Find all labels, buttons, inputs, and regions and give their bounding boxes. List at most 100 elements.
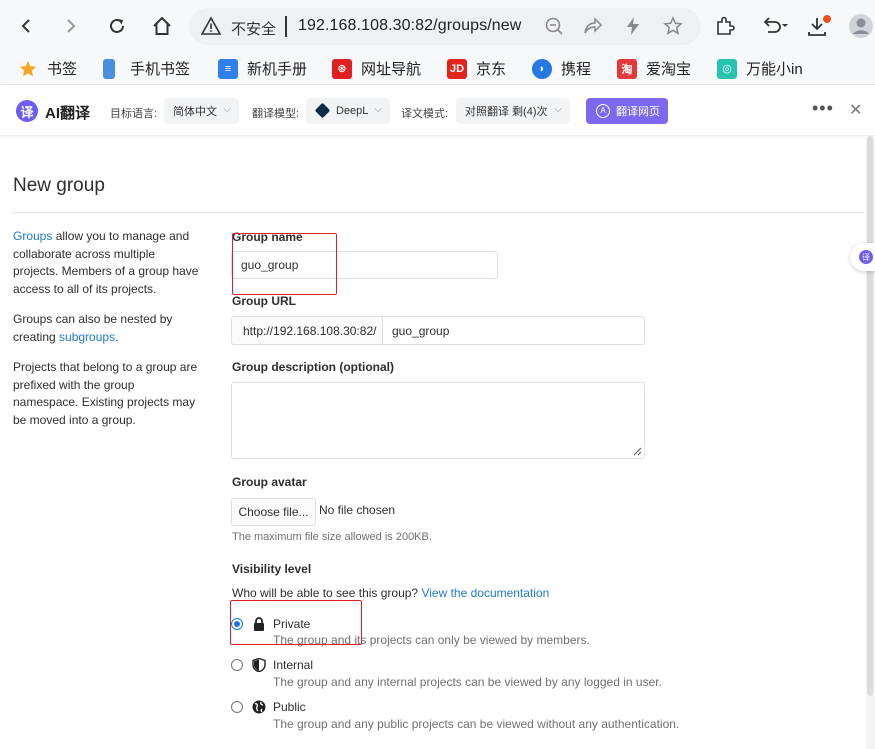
close-icon[interactable]: ✕ xyxy=(849,100,862,120)
mode-select[interactable]: 对照翻译 剩(4)次 ⌵ xyxy=(456,98,570,124)
lightning-icon[interactable] xyxy=(623,16,643,41)
shield-icon xyxy=(252,658,266,672)
groups-info-text: Groups allow you to manage and collabora… xyxy=(13,228,203,298)
model-select[interactable]: DeepL ⌵ xyxy=(306,98,390,124)
group-description-textarea[interactable] xyxy=(231,382,645,459)
back-icon[interactable] xyxy=(10,10,42,42)
resize-grip-icon[interactable] xyxy=(633,447,642,456)
subgroups-info-end: . xyxy=(115,329,119,344)
visibility-internal-radio[interactable] xyxy=(231,659,243,671)
mode-label: 译文模式: xyxy=(401,108,449,120)
jd-icon: JD xyxy=(447,58,467,79)
visibility-public-radio[interactable] xyxy=(231,701,243,713)
bookmark-item[interactable]: ≡ 新机手册 xyxy=(218,58,307,79)
translate-fab-icon: 译 xyxy=(859,250,873,264)
highlight-box-private xyxy=(230,600,362,645)
model-label: 翻译模型: xyxy=(252,108,300,120)
bookmarks-bar: 书签 手机书签 ≡ 新机手册 ⊛ 网址导航 JD 京东 ◗ 携程 淘 爱淘宝 ◎… xyxy=(0,52,875,85)
visibility-question-text: Who will be able to see this group? xyxy=(232,586,419,600)
visibility-internal-desc: The group and any internal projects can … xyxy=(273,675,662,689)
page-title: New group xyxy=(13,175,105,196)
bookmark-item[interactable]: 淘 爱淘宝 xyxy=(617,58,691,79)
share-icon[interactable] xyxy=(583,16,603,41)
reload-icon[interactable] xyxy=(101,10,133,42)
url-text[interactable]: 192.168.108.30:82/groups/new xyxy=(298,17,521,35)
home-icon[interactable] xyxy=(146,10,178,42)
warning-icon xyxy=(200,16,222,41)
download-icon[interactable] xyxy=(803,10,835,42)
group-url-prefix-text: http://192.168.108.30:82/ xyxy=(243,323,377,338)
bookmark-item[interactable]: ⊛ 网址导航 xyxy=(332,58,421,79)
group-url-value: guo_group xyxy=(392,323,450,338)
star-bookmark-icon[interactable] xyxy=(663,16,683,41)
chevron-down-icon: ⌵ xyxy=(223,104,231,115)
target-lang-label: 目标语言: xyxy=(110,108,158,120)
insecure-label: 不安全 xyxy=(231,21,277,38)
group-description-label: Group description (optional) xyxy=(232,360,394,374)
bookmark-label: 万能小in xyxy=(746,61,803,78)
group-url-prefix: http://192.168.108.30:82/ xyxy=(231,316,383,345)
bookmark-label: 书签 xyxy=(47,61,78,78)
phone-icon xyxy=(103,58,115,79)
highlight-box-group-name xyxy=(232,233,337,295)
group-url-label: Group URL xyxy=(232,294,296,308)
globe-icon xyxy=(252,700,266,714)
star-icon xyxy=(18,59,38,79)
more-options-icon[interactable]: ••• xyxy=(812,98,834,119)
visibility-question: Who will be able to see this group? View… xyxy=(232,586,549,600)
nav-icon: ⊛ xyxy=(332,58,352,79)
zoom-icon[interactable] xyxy=(544,16,564,41)
profile-avatar-icon[interactable] xyxy=(845,10,875,42)
chevron-down-icon: ⌵ xyxy=(374,104,382,115)
manual-icon: ≡ xyxy=(218,58,238,79)
visibility-internal-title: Internal xyxy=(273,658,314,672)
view-documentation-link[interactable]: View the documentation xyxy=(421,586,549,600)
in-icon: ◎ xyxy=(717,58,737,79)
group-avatar-label: Group avatar xyxy=(232,475,307,489)
taobao-icon: 淘 xyxy=(617,58,637,79)
translate-page-button[interactable]: A 翻译网页 xyxy=(586,98,668,124)
forward-icon[interactable] xyxy=(55,10,87,42)
subgroups-info-text: Groups can also be nested by creating su… xyxy=(13,311,203,346)
address-bar[interactable]: 不安全 192.168.108.30:82/groups/new xyxy=(189,8,701,45)
target-lang-value: 简体中文 xyxy=(173,106,217,118)
deepl-icon xyxy=(314,102,331,119)
address-separator xyxy=(285,16,287,37)
bookmark-label: 手机书签 xyxy=(130,61,191,78)
floating-translate-button[interactable]: 译 xyxy=(850,243,875,271)
bookmark-label: 京东 xyxy=(476,61,507,78)
bookmark-label: 网址导航 xyxy=(361,61,422,78)
translate-title: AI翻译 xyxy=(45,105,91,122)
chevron-down-icon: ⌵ xyxy=(554,104,562,115)
visibility-public-desc: The group and any public projects can be… xyxy=(273,717,680,731)
visibility-public-title: Public xyxy=(273,700,306,714)
choose-file-button[interactable]: Choose file... xyxy=(231,498,316,526)
bookmark-label: 携程 xyxy=(561,61,592,78)
bookmark-label: 爱淘宝 xyxy=(646,61,692,78)
avatar-help-text: The maximum file size allowed is 200KB. xyxy=(232,531,432,543)
bookmark-label: 新机手册 xyxy=(247,61,308,78)
translation-toolbar: 译 AI翻译 目标语言: 简体中文 ⌵ 翻译模型: DeepL ⌵ 译文模式: … xyxy=(0,86,875,136)
file-status: No file chosen xyxy=(319,503,396,517)
group-url-input[interactable]: guo_group xyxy=(382,316,645,345)
translate-logo-icon: 译 xyxy=(16,100,38,122)
bookmark-item[interactable]: JD 京东 xyxy=(447,58,506,79)
bookmark-item[interactable]: ◎ 万能小in xyxy=(717,58,803,79)
projects-info-text: Projects that belong to a group are pref… xyxy=(13,360,198,427)
subgroups-link[interactable]: subgroups xyxy=(59,330,115,344)
translate-page-label: 翻译网页 xyxy=(616,106,660,118)
mode-value: 对照翻译 剩(4)次 xyxy=(465,106,548,118)
extensions-icon[interactable] xyxy=(709,10,741,42)
title-divider xyxy=(12,212,864,213)
bookmark-item[interactable]: 手机书签 xyxy=(103,58,190,79)
groups-link[interactable]: Groups xyxy=(13,229,52,243)
bookmark-item[interactable]: ◗ 携程 xyxy=(532,58,591,79)
visibility-level-label: Visibility level xyxy=(232,562,312,576)
bookmark-item[interactable]: 书签 xyxy=(18,58,77,79)
undo-history-icon[interactable] xyxy=(757,10,793,42)
browser-toolbar: 不安全 192.168.108.30:82/groups/new xyxy=(0,0,875,52)
target-lang-select[interactable]: 简体中文 ⌵ xyxy=(164,98,239,124)
translate-icon: A xyxy=(596,104,610,118)
scrollbar-thumb[interactable] xyxy=(867,136,873,696)
model-value: DeepL xyxy=(336,105,369,117)
